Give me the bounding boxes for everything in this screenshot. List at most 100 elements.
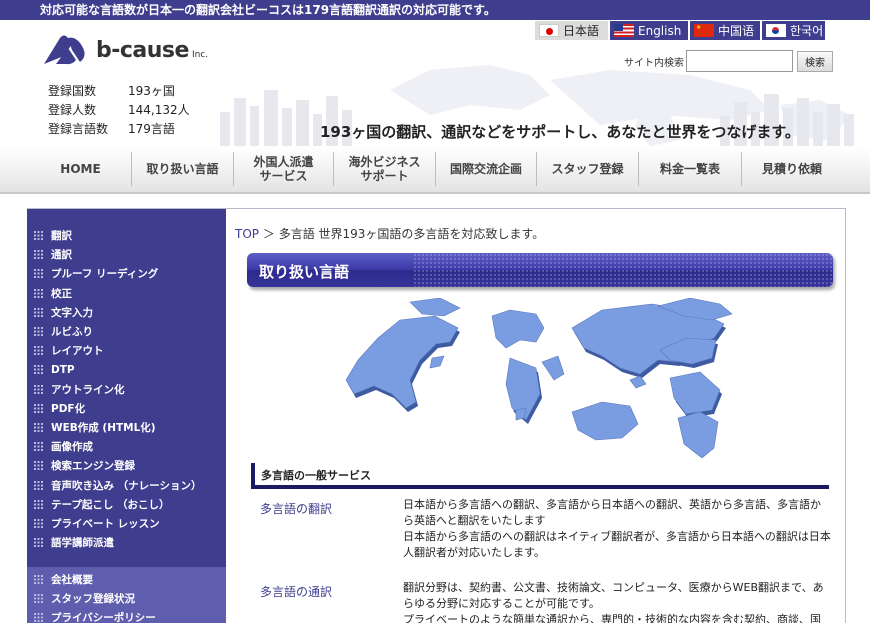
sidebar-item-company[interactable]: 会社概要 (27, 570, 226, 589)
stat-label: 登録言語数 (48, 122, 109, 136)
b-cause-logo[interactable]: b-cause Inc. (42, 32, 208, 68)
sidebar-item-instructor[interactable]: 語学講師派遣 (27, 533, 226, 552)
nav-label: スタッフ登録 (551, 162, 624, 176)
sidebar-item-label: 会社概要 (51, 574, 93, 587)
grid-icon (34, 442, 43, 452)
grid-icon (34, 461, 43, 471)
grid-icon (34, 575, 43, 585)
sidebar-item-text-input[interactable]: 文字入力 (27, 303, 226, 322)
service-desc-text: 翻訳分野は、契約書、公文書、技術論文、コンピュータ、医療からWEB翻訳まで、あら… (403, 581, 824, 623)
sidebar-item-translation[interactable]: 翻訳 (27, 226, 226, 245)
nav-quote-request[interactable]: 見積り依頼 (742, 152, 842, 186)
sidebar-item-label: 文字入力 (51, 306, 93, 319)
stat-value: 193ヶ国 (128, 84, 175, 98)
sidebar-item-dtp[interactable]: DTP (27, 360, 226, 379)
lang-japanese[interactable]: 日本語 (535, 21, 608, 40)
stat-label: 登録人数 (48, 103, 97, 117)
service-desc-interpretation: 翻訳分野は、契約書、公文書、技術論文、コンピュータ、医療からWEB翻訳まで、あら… (403, 580, 831, 623)
sidebar-item-label: プライベート レッスン (51, 517, 160, 530)
nav-label: 料金一覧表 (659, 162, 720, 176)
sidebar-item-label: アウトライン化 (51, 383, 125, 396)
sidebar-item-label: 画像作成 (51, 441, 93, 454)
lang-chinese[interactable]: ★ 中国语 (690, 21, 760, 40)
sidebar-item-privacy[interactable]: プライバシーポリシー (27, 608, 226, 623)
sidebar-item-staff-status[interactable]: スタッフ登録状況 (27, 589, 226, 608)
lang-japanese-label: 日本語 (563, 24, 600, 38)
search-button[interactable]: 検索 (797, 51, 833, 72)
sidebar-item-label: 翻訳 (51, 230, 72, 243)
sidebar-item-label: DTP (51, 363, 75, 376)
nav-label-line2: サポート (360, 169, 409, 183)
stat-row: 登録言語数 179言語 (48, 120, 190, 139)
stat-label: 登録国数 (48, 84, 97, 98)
sidebar-item-ruby[interactable]: ルビふり (27, 322, 226, 341)
breadcrumb-separator: ＞ (262, 227, 275, 241)
lang-english[interactable]: English (610, 21, 688, 40)
sidebar-item-label: プライバシーポリシー (51, 612, 156, 623)
breadcrumb-top-link[interactable]: TOP (235, 227, 259, 241)
nav-foreign-staffing[interactable]: 外国人派遣 サービス (234, 152, 334, 186)
sidebar-item-label: スタッフ登録状況 (51, 593, 135, 606)
announcement-bar: 対応可能な言語数が日本一の翻訳会社ビーコスは179言語翻訳通訳の対応可能です。 (0, 0, 870, 20)
china-flag-icon: ★ (694, 24, 714, 37)
company-menu: 会社概要 スタッフ登録状況 プライバシーポリシー (27, 567, 226, 623)
main-nav: HOME 取り扱い言語 外国人派遣 サービス 海外ビジネス サポート 国際交流企画 … (0, 146, 870, 194)
grid-icon (34, 307, 43, 317)
service-menu: 翻訳 通訳 プルーフ リーディング 校正 文字入力 ルビふり レイアウト DTP… (27, 209, 226, 552)
sidebar-item-interpretation[interactable]: 通訳 (27, 245, 226, 264)
lang-chinese-label: 中国语 (718, 24, 755, 38)
sidebar-item-pdf[interactable]: PDF化 (27, 399, 226, 418)
grid-icon (34, 613, 43, 623)
sidebar: 翻訳 通訳 プルーフ リーディング 校正 文字入力 ルビふり レイアウト DTP… (27, 209, 226, 623)
breadcrumb: TOP ＞ 多言語 世界193ヶ国語の多言語を対応致します。 (235, 225, 544, 242)
grid-icon (34, 365, 43, 375)
sidebar-item-seo[interactable]: 検索エンジン登録 (27, 456, 226, 475)
grid-icon (34, 480, 43, 490)
grid-icon (34, 250, 43, 260)
sidebar-item-label: レイアウト (51, 345, 104, 358)
grid-icon (34, 594, 43, 604)
japan-flag-icon (539, 24, 559, 37)
sidebar-item-editing[interactable]: 校正 (27, 284, 226, 303)
sidebar-item-label: 音声吹き込み （ナレーション） (51, 479, 202, 492)
sidebar-item-layout[interactable]: レイアウト (27, 341, 226, 360)
sidebar-item-label: WEB作成 (HTML化) (51, 421, 156, 434)
sidebar-item-label: プルーフ リーディング (51, 268, 159, 281)
nav-label: 外国人派遣 (253, 155, 314, 169)
service-desc-text: 日本語から多言語への翻訳、多言語から日本語への翻訳、英語から多言語、多言語から英… (403, 498, 831, 559)
sidebar-item-web[interactable]: WEB作成 (HTML化) (27, 418, 226, 437)
nav-overseas-business[interactable]: 海外ビジネス サポート (334, 152, 436, 186)
tagline: 193ヶ国の翻訳、通訳などをサポートし、あなたと世界をつなげます。 (320, 123, 800, 141)
stat-row: 登録国数 193ヶ国 (48, 82, 190, 101)
logo-word: b-cause (96, 37, 189, 63)
sidebar-item-label: 語学講師派遣 (51, 537, 114, 550)
sidebar-item-proofreading[interactable]: プルーフ リーディング (27, 264, 226, 283)
sidebar-item-label: 検索エンジン登録 (51, 460, 135, 473)
service-link-translation[interactable]: 多言語の翻訳 (260, 500, 332, 517)
search-label: サイト内検索 (624, 58, 684, 69)
sidebar-item-outline[interactable]: アウトライン化 (27, 380, 226, 399)
service-link-interpretation[interactable]: 多言語の通訳 (260, 583, 332, 600)
lang-korean[interactable]: 한국어 (762, 21, 825, 40)
logo-mark-icon (44, 35, 85, 65)
nav-label-line2: サービス (259, 169, 308, 183)
nav-label: 国際交流企画 (449, 162, 522, 176)
nav-international-exchange[interactable]: 国際交流企画 (436, 152, 537, 186)
site-search-input[interactable] (686, 50, 793, 72)
sidebar-item-narration[interactable]: 音声吹き込み （ナレーション） (27, 475, 226, 494)
sidebar-item-image[interactable]: 画像作成 (27, 437, 226, 456)
section-title: 多言語の一般サービス (251, 463, 829, 489)
grid-icon (34, 269, 43, 279)
stat-value: 179言語 (128, 122, 175, 136)
sidebar-item-private-lesson[interactable]: プライベート レッスン (27, 514, 226, 533)
nav-label: 取り扱い言語 (146, 162, 219, 176)
nav-staff-registration[interactable]: スタッフ登録 (537, 152, 639, 186)
nav-price-list[interactable]: 料金一覧表 (639, 152, 742, 186)
grid-icon (34, 384, 43, 394)
nav-label: 見積り依頼 (761, 162, 822, 176)
nav-home[interactable]: HOME (30, 152, 132, 186)
grid-icon (34, 518, 43, 528)
sidebar-item-transcription[interactable]: テープ起こし （おこし） (27, 495, 226, 514)
sidebar-item-label: テープ起こし （おこし） (51, 498, 170, 511)
nav-languages[interactable]: 取り扱い言語 (132, 152, 234, 186)
